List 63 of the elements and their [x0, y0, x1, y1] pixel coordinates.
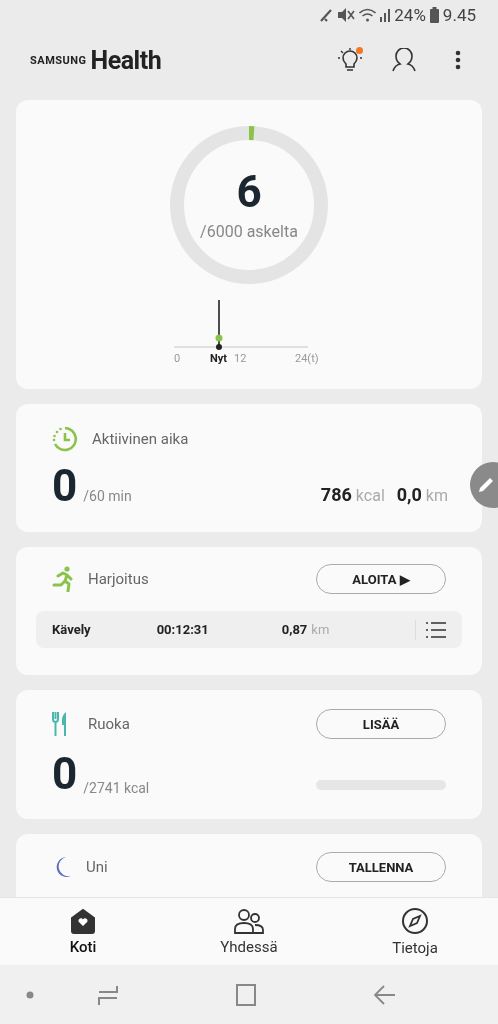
- active-minutes: 0: [52, 464, 78, 508]
- profile-icon: [391, 48, 417, 72]
- distance-unit: km: [311, 622, 330, 637]
- nav-tab[interactable]: Koti: [0, 898, 166, 965]
- recents-icon: [98, 983, 118, 1006]
- active-time-card[interactable]: Aktiivinen aika 0/60 min 786 kcal 0,0 km: [16, 404, 482, 532]
- compass-icon: [401, 906, 429, 935]
- steps-card[interactable]: 6 /6000 askelta 0 Nyt 12 24(t): [16, 100, 482, 389]
- home-icon: [69, 907, 97, 934]
- dot-icon: [26, 990, 34, 999]
- step-goal: /6000 askelta: [200, 221, 298, 241]
- wifi-icon: [359, 8, 377, 22]
- home-square-icon: [236, 983, 256, 1006]
- signal-icon: [380, 8, 391, 22]
- nav-tab[interactable]: Yhdessä: [166, 898, 332, 965]
- brand-logo: SAMSUNG: [30, 53, 87, 67]
- calorie-goal: /2741 kcal: [83, 780, 150, 796]
- timer-icon: [52, 426, 78, 452]
- home-button[interactable]: [236, 983, 256, 1006]
- list-icon[interactable]: [426, 620, 446, 639]
- axis-label: 0: [174, 352, 181, 365]
- exercise-card[interactable]: Harjoitus ALOITA ▶ Kävely 00:12:31 0,87 km: [16, 547, 482, 675]
- pen-icon: [319, 7, 334, 23]
- mute-icon: [337, 7, 356, 23]
- more-icon: [455, 50, 461, 70]
- battery-percent: 24%: [394, 5, 426, 25]
- start-button[interactable]: ALOITA ▶: [316, 564, 446, 594]
- back-button[interactable]: [374, 983, 396, 1006]
- last-workout-row[interactable]: Kävely 00:12:31 0,87 km: [36, 611, 462, 648]
- distance-value: 0,0: [396, 484, 422, 505]
- profile-button[interactable]: [390, 46, 418, 74]
- minutes-goal: /60 min: [83, 488, 132, 504]
- fork-knife-icon: [52, 712, 68, 736]
- pencil-icon: [477, 476, 495, 494]
- axis-label: 12: [234, 352, 247, 365]
- tips-button[interactable]: [336, 46, 364, 74]
- app-title: Health: [90, 45, 162, 75]
- lightbulb-icon: [338, 47, 362, 73]
- runner-icon: [52, 566, 74, 592]
- back-icon: [374, 983, 396, 1006]
- distance-unit: km: [425, 486, 448, 505]
- workout-type: Kävely: [52, 622, 91, 637]
- recents-button[interactable]: [98, 983, 118, 1006]
- sleep-card[interactable]: Uni TALLENNA: [16, 834, 482, 897]
- record-button[interactable]: TALLENNA: [316, 852, 446, 882]
- calories-value: 786: [320, 484, 352, 505]
- card-title: Ruoka: [88, 715, 130, 733]
- card-title: Aktiivinen aika: [92, 430, 189, 448]
- card-title: Uni: [86, 858, 108, 876]
- calories-unit: kcal: [355, 486, 385, 505]
- step-count: 6: [236, 169, 262, 214]
- clock: 9.45: [442, 5, 476, 25]
- calories-eaten: 0: [52, 752, 78, 796]
- card-title: Harjoitus: [88, 570, 149, 588]
- workout-duration: 00:12:31: [156, 622, 209, 637]
- add-button[interactable]: LISÄÄ: [316, 709, 446, 739]
- now-label: Nyt: [210, 352, 228, 365]
- workout-distance: 0,87: [281, 622, 308, 637]
- nav-tab[interactable]: Tietoja: [332, 898, 498, 965]
- people-icon: [234, 907, 264, 934]
- food-card[interactable]: Ruoka LISÄÄ 0/2741 kcal: [16, 690, 482, 819]
- axis-label: 24(t): [295, 352, 319, 365]
- battery-icon: [429, 7, 439, 23]
